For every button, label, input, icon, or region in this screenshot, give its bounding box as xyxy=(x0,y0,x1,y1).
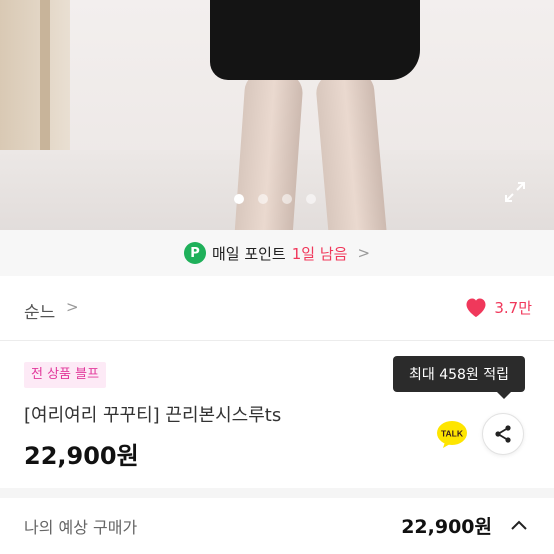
section-separator xyxy=(0,488,554,498)
like-button[interactable]: 3.7만 xyxy=(464,296,532,318)
product-price: 22,900원 xyxy=(24,442,139,470)
estimated-price-row[interactable]: 나의 예상 구매가 22,900원 xyxy=(0,498,554,554)
image-figure xyxy=(234,70,304,230)
chevron-right-icon[interactable]: > xyxy=(66,298,79,316)
point-icon: P xyxy=(183,242,206,264)
point-label: 매일 포인트 xyxy=(211,244,286,263)
seller-row: 순느 > 3.7만 xyxy=(0,276,554,340)
chevron-up-icon[interactable] xyxy=(508,514,530,536)
promo-badge: 전 상품 블프 xyxy=(24,362,107,388)
reward-tooltip-text: 최대 458원 적립 xyxy=(408,367,510,383)
heart-icon xyxy=(466,298,486,317)
kakao-talk-button[interactable]: TALK xyxy=(432,414,472,454)
carousel-dot[interactable] xyxy=(306,194,316,204)
reward-tooltip: 최대 458원 적립 xyxy=(393,356,525,399)
product-title: [여리여리 꾸꾸티] 끈리본시스루ts xyxy=(24,405,282,426)
point-remaining: 1일 남음 xyxy=(291,244,348,263)
kakao-talk-label: TALK xyxy=(441,429,464,439)
chevron-right-icon: > xyxy=(357,244,371,262)
like-count: 3.7만 xyxy=(494,298,532,317)
daily-point-banner[interactable]: P 매일 포인트 1일 남음 > xyxy=(0,230,554,276)
carousel-dot[interactable] xyxy=(234,194,244,204)
image-figure xyxy=(314,69,388,230)
share-button[interactable] xyxy=(482,413,524,455)
estimated-price-value: 22,900원 xyxy=(401,516,492,538)
divider xyxy=(0,340,554,341)
share-icon xyxy=(495,425,511,443)
estimated-price-label: 나의 예상 구매가 xyxy=(24,518,138,537)
image-figure xyxy=(210,0,420,80)
seller-name[interactable]: 순느 xyxy=(24,298,55,323)
carousel-indicator xyxy=(234,194,316,204)
expand-icon[interactable] xyxy=(503,180,527,204)
carousel-dot[interactable] xyxy=(258,194,268,204)
carousel-dot[interactable] xyxy=(282,194,292,204)
product-image[interactable] xyxy=(0,0,554,230)
